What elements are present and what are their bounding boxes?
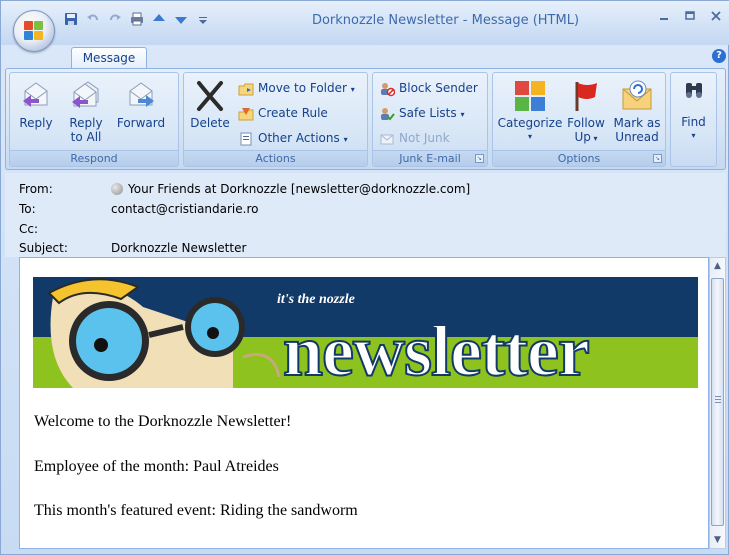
- delete-button[interactable]: Delete: [188, 79, 232, 130]
- message-line-event: This month's featured event: Riding the …: [34, 502, 358, 519]
- to-label: To:: [19, 202, 36, 216]
- reply-all-icon: [69, 79, 103, 113]
- vertical-scrollbar[interactable]: ▲ ▼: [709, 257, 726, 549]
- maximize-icon[interactable]: [682, 10, 698, 26]
- group-actions-label: Actions: [184, 150, 367, 166]
- safe-lists-button[interactable]: Safe Lists ▾: [379, 103, 464, 123]
- block-sender-icon: [379, 81, 396, 97]
- message-line-employee: Employee of the month: Paul Atreides: [34, 458, 279, 475]
- close-icon[interactable]: [708, 10, 724, 26]
- reply-all-button[interactable]: Reply to All: [62, 79, 110, 144]
- binoculars-icon: [682, 79, 706, 103]
- office-logo-icon: [24, 21, 44, 41]
- newsletter-banner: it's the nozzle newsletter: [33, 277, 698, 388]
- banner-tagline: it's the nozzle: [277, 292, 355, 307]
- message-body[interactable]: it's the nozzle newsletter Welcome to th…: [19, 257, 709, 549]
- message-header: From: Your Friends at Dorknozzle [newsle…: [5, 173, 726, 257]
- banner-word: newsletter: [283, 311, 589, 388]
- title-bar: Dorknozzle Newsletter - Message (HTML): [1, 1, 729, 45]
- follow-up-button[interactable]: Follow Up ▾: [563, 79, 609, 146]
- group-respond: Reply Reply to All Forward Respond: [9, 72, 179, 167]
- dropdown-arrow-icon: ▾: [527, 132, 532, 141]
- subject-value: Dorknozzle Newsletter: [111, 241, 247, 255]
- categorize-icon: [513, 79, 547, 113]
- mark-as-unread-button[interactable]: Mark as Unread: [611, 79, 663, 144]
- ribbon-tab-row: Message ?: [1, 45, 729, 69]
- scroll-down-arrow-icon[interactable]: ▼: [710, 532, 725, 548]
- dropdown-arrow-icon: ▾: [590, 134, 598, 143]
- reply-icon: [19, 79, 53, 113]
- scroll-grip-icon: [715, 396, 721, 403]
- office-button[interactable]: [13, 10, 55, 52]
- create-rule-icon: [238, 106, 254, 122]
- window-title: Dorknozzle Newsletter - Message (HTML): [311, 13, 580, 28]
- group-junk-email: Block Sender Safe Lists ▾ Not Junk Junk …: [372, 72, 488, 167]
- move-to-folder-button[interactable]: Move to Folder ▾: [238, 78, 355, 98]
- dropdown-arrow-icon: ▾: [460, 110, 465, 119]
- group-options-label: Options: [493, 150, 665, 166]
- forward-button[interactable]: Forward: [112, 79, 170, 130]
- ribbon: Reply Reply to All Forward Respond Delet…: [5, 68, 726, 170]
- minimize-icon[interactable]: [656, 10, 672, 26]
- cc-label: Cc:: [19, 222, 39, 236]
- presence-icon: [111, 183, 123, 195]
- follow-up-flag-icon: [569, 79, 603, 113]
- forward-icon: [124, 79, 158, 113]
- block-sender-button[interactable]: Block Sender: [379, 78, 478, 98]
- categorize-button[interactable]: Categorize ▾: [497, 79, 563, 144]
- window-controls: [656, 10, 724, 26]
- group-options: Categorize ▾ Follow Up ▾ Mark as Unread …: [492, 72, 666, 167]
- create-rule-button[interactable]: Create Rule: [238, 103, 328, 123]
- scroll-up-arrow-icon[interactable]: ▲: [710, 258, 725, 274]
- other-actions-button[interactable]: Other Actions ▾: [238, 128, 348, 148]
- options-dialog-launcher-icon[interactable]: ↘: [653, 154, 662, 163]
- not-junk-icon: [379, 131, 395, 147]
- help-icon[interactable]: ?: [712, 49, 726, 63]
- from-label: From:: [19, 182, 53, 196]
- group-junk-email-label: Junk E-mail: [373, 150, 487, 166]
- not-junk-button[interactable]: Not Junk: [379, 128, 450, 148]
- from-value[interactable]: Your Friends at Dorknozzle [newsletter@d…: [111, 182, 470, 196]
- reply-button[interactable]: Reply: [14, 79, 58, 130]
- group-respond-label: Respond: [10, 150, 178, 166]
- subject-label: Subject:: [19, 241, 68, 255]
- dropdown-arrow-icon: ▾: [343, 135, 348, 144]
- to-value[interactable]: contact@cristiandarie.ro: [111, 202, 258, 216]
- find-button[interactable]: Find ▾: [671, 79, 716, 143]
- junk-email-dialog-launcher-icon[interactable]: ↘: [475, 154, 484, 163]
- move-to-folder-icon: [238, 81, 254, 97]
- message-line-welcome: Welcome to the Dorknozzle Newsletter!: [34, 413, 292, 430]
- group-actions: Delete Move to Folder ▾ Create Rule Othe…: [183, 72, 368, 167]
- delete-icon: [193, 79, 227, 113]
- other-actions-icon: [238, 131, 254, 147]
- group-find: Find ▾: [670, 72, 717, 167]
- mark-as-unread-icon: [620, 79, 654, 113]
- safe-lists-icon: [379, 106, 395, 122]
- dropdown-arrow-icon: ▾: [691, 131, 696, 140]
- tab-message[interactable]: Message: [71, 47, 147, 69]
- outlook-message-window: Dorknozzle Newsletter - Message (HTML) M…: [0, 0, 729, 555]
- dropdown-arrow-icon: ▾: [350, 85, 355, 94]
- svg-text:newsletter: newsletter: [283, 311, 589, 388]
- svg-text:it's the nozzle: it's the nozzle: [277, 292, 355, 307]
- scroll-thumb[interactable]: [711, 278, 724, 526]
